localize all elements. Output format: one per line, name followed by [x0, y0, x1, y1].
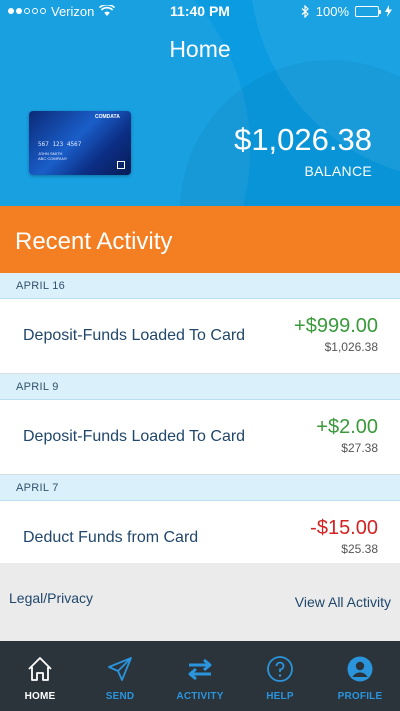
- home-icon: [28, 657, 52, 681]
- tab-home[interactable]: HOME: [0, 641, 80, 711]
- tab-label: HOME: [24, 691, 56, 702]
- activity-date-header: APRIL 16: [0, 273, 400, 299]
- help-icon: [267, 656, 293, 682]
- tab-label: ACTIVITY: [176, 691, 224, 702]
- transaction-description: Deduct Funds from Card: [23, 529, 199, 546]
- activity-icon: [188, 658, 212, 681]
- activity-date-header: APRIL 7: [0, 475, 400, 501]
- send-icon: [108, 657, 132, 681]
- charging-bolt-icon: [385, 5, 392, 17]
- transaction-running-balance: $1,026.38: [324, 340, 378, 354]
- activity-row[interactable]: Deposit-Funds Loaded To Card +$2.00 $27.…: [0, 400, 400, 475]
- transaction-amount: +$2.00: [316, 416, 378, 438]
- activity-date-header: APRIL 9: [0, 374, 400, 400]
- tab-help[interactable]: HELP: [240, 641, 320, 711]
- transaction-amount: +$999.00: [294, 315, 378, 337]
- tab-send[interactable]: SEND: [80, 641, 160, 711]
- card-logo-icon: [117, 161, 125, 169]
- battery-icon: [355, 5, 381, 17]
- activity-row[interactable]: Deposit-Funds Loaded To Card +$999.00 $1…: [0, 299, 400, 374]
- transaction-amount: -$15.00: [310, 517, 378, 539]
- card-image[interactable]: COMDATA 567 123 4567 JOHN SMITH ABC COMP…: [29, 111, 131, 175]
- carrier-name: Verizon: [51, 3, 95, 19]
- card-number: 567 123 4567: [38, 141, 82, 148]
- balance-label: BALANCE: [304, 163, 372, 179]
- status-bar: Verizon 11:40 PM 100%: [0, 0, 400, 22]
- balance-amount: $1,026.38: [234, 122, 372, 157]
- footer-links: Legal/Privacy View All Activity: [0, 563, 400, 641]
- tab-label: HELP: [266, 691, 294, 702]
- transaction-running-balance: $25.38: [341, 542, 378, 556]
- activity-list[interactable]: APRIL 16 Deposit-Funds Loaded To Card +$…: [0, 273, 400, 563]
- tab-profile[interactable]: PROFILE: [320, 641, 400, 711]
- tab-label: SEND: [105, 691, 135, 702]
- activity-row[interactable]: Deduct Funds from Card -$15.00 $25.38: [0, 501, 400, 563]
- wifi-icon: [99, 5, 116, 16]
- tab-label: PROFILE: [337, 691, 383, 702]
- profile-icon: [347, 656, 373, 682]
- page-title: Home: [169, 36, 231, 62]
- signal-dots-icon: [8, 8, 46, 14]
- card-brand: COMDATA: [95, 114, 120, 120]
- card-company-name: ABC COMPANY: [38, 156, 68, 161]
- view-all-activity-link[interactable]: View All Activity: [295, 594, 391, 610]
- transaction-description: Deposit-Funds Loaded To Card: [23, 428, 246, 445]
- transaction-running-balance: $27.38: [341, 441, 378, 455]
- home-header: Home COMDATA 567 123 4567 JOHN SMITH ABC…: [0, 0, 400, 206]
- recent-activity-title: Recent Activity: [15, 228, 173, 255]
- recent-activity-header: Recent Activity: [0, 206, 400, 273]
- tab-activity[interactable]: ACTIVITY: [160, 641, 240, 711]
- battery-percent: 100%: [315, 3, 349, 19]
- tab-bar: HOME SEND ACTIVITY HELP PROFILE: [0, 641, 400, 711]
- bluetooth-icon: [301, 4, 309, 18]
- legal-privacy-link[interactable]: Legal/Privacy: [9, 590, 93, 606]
- card-holder-block: JOHN SMITH ABC COMPANY: [38, 151, 67, 161]
- transaction-description: Deposit-Funds Loaded To Card: [23, 327, 246, 344]
